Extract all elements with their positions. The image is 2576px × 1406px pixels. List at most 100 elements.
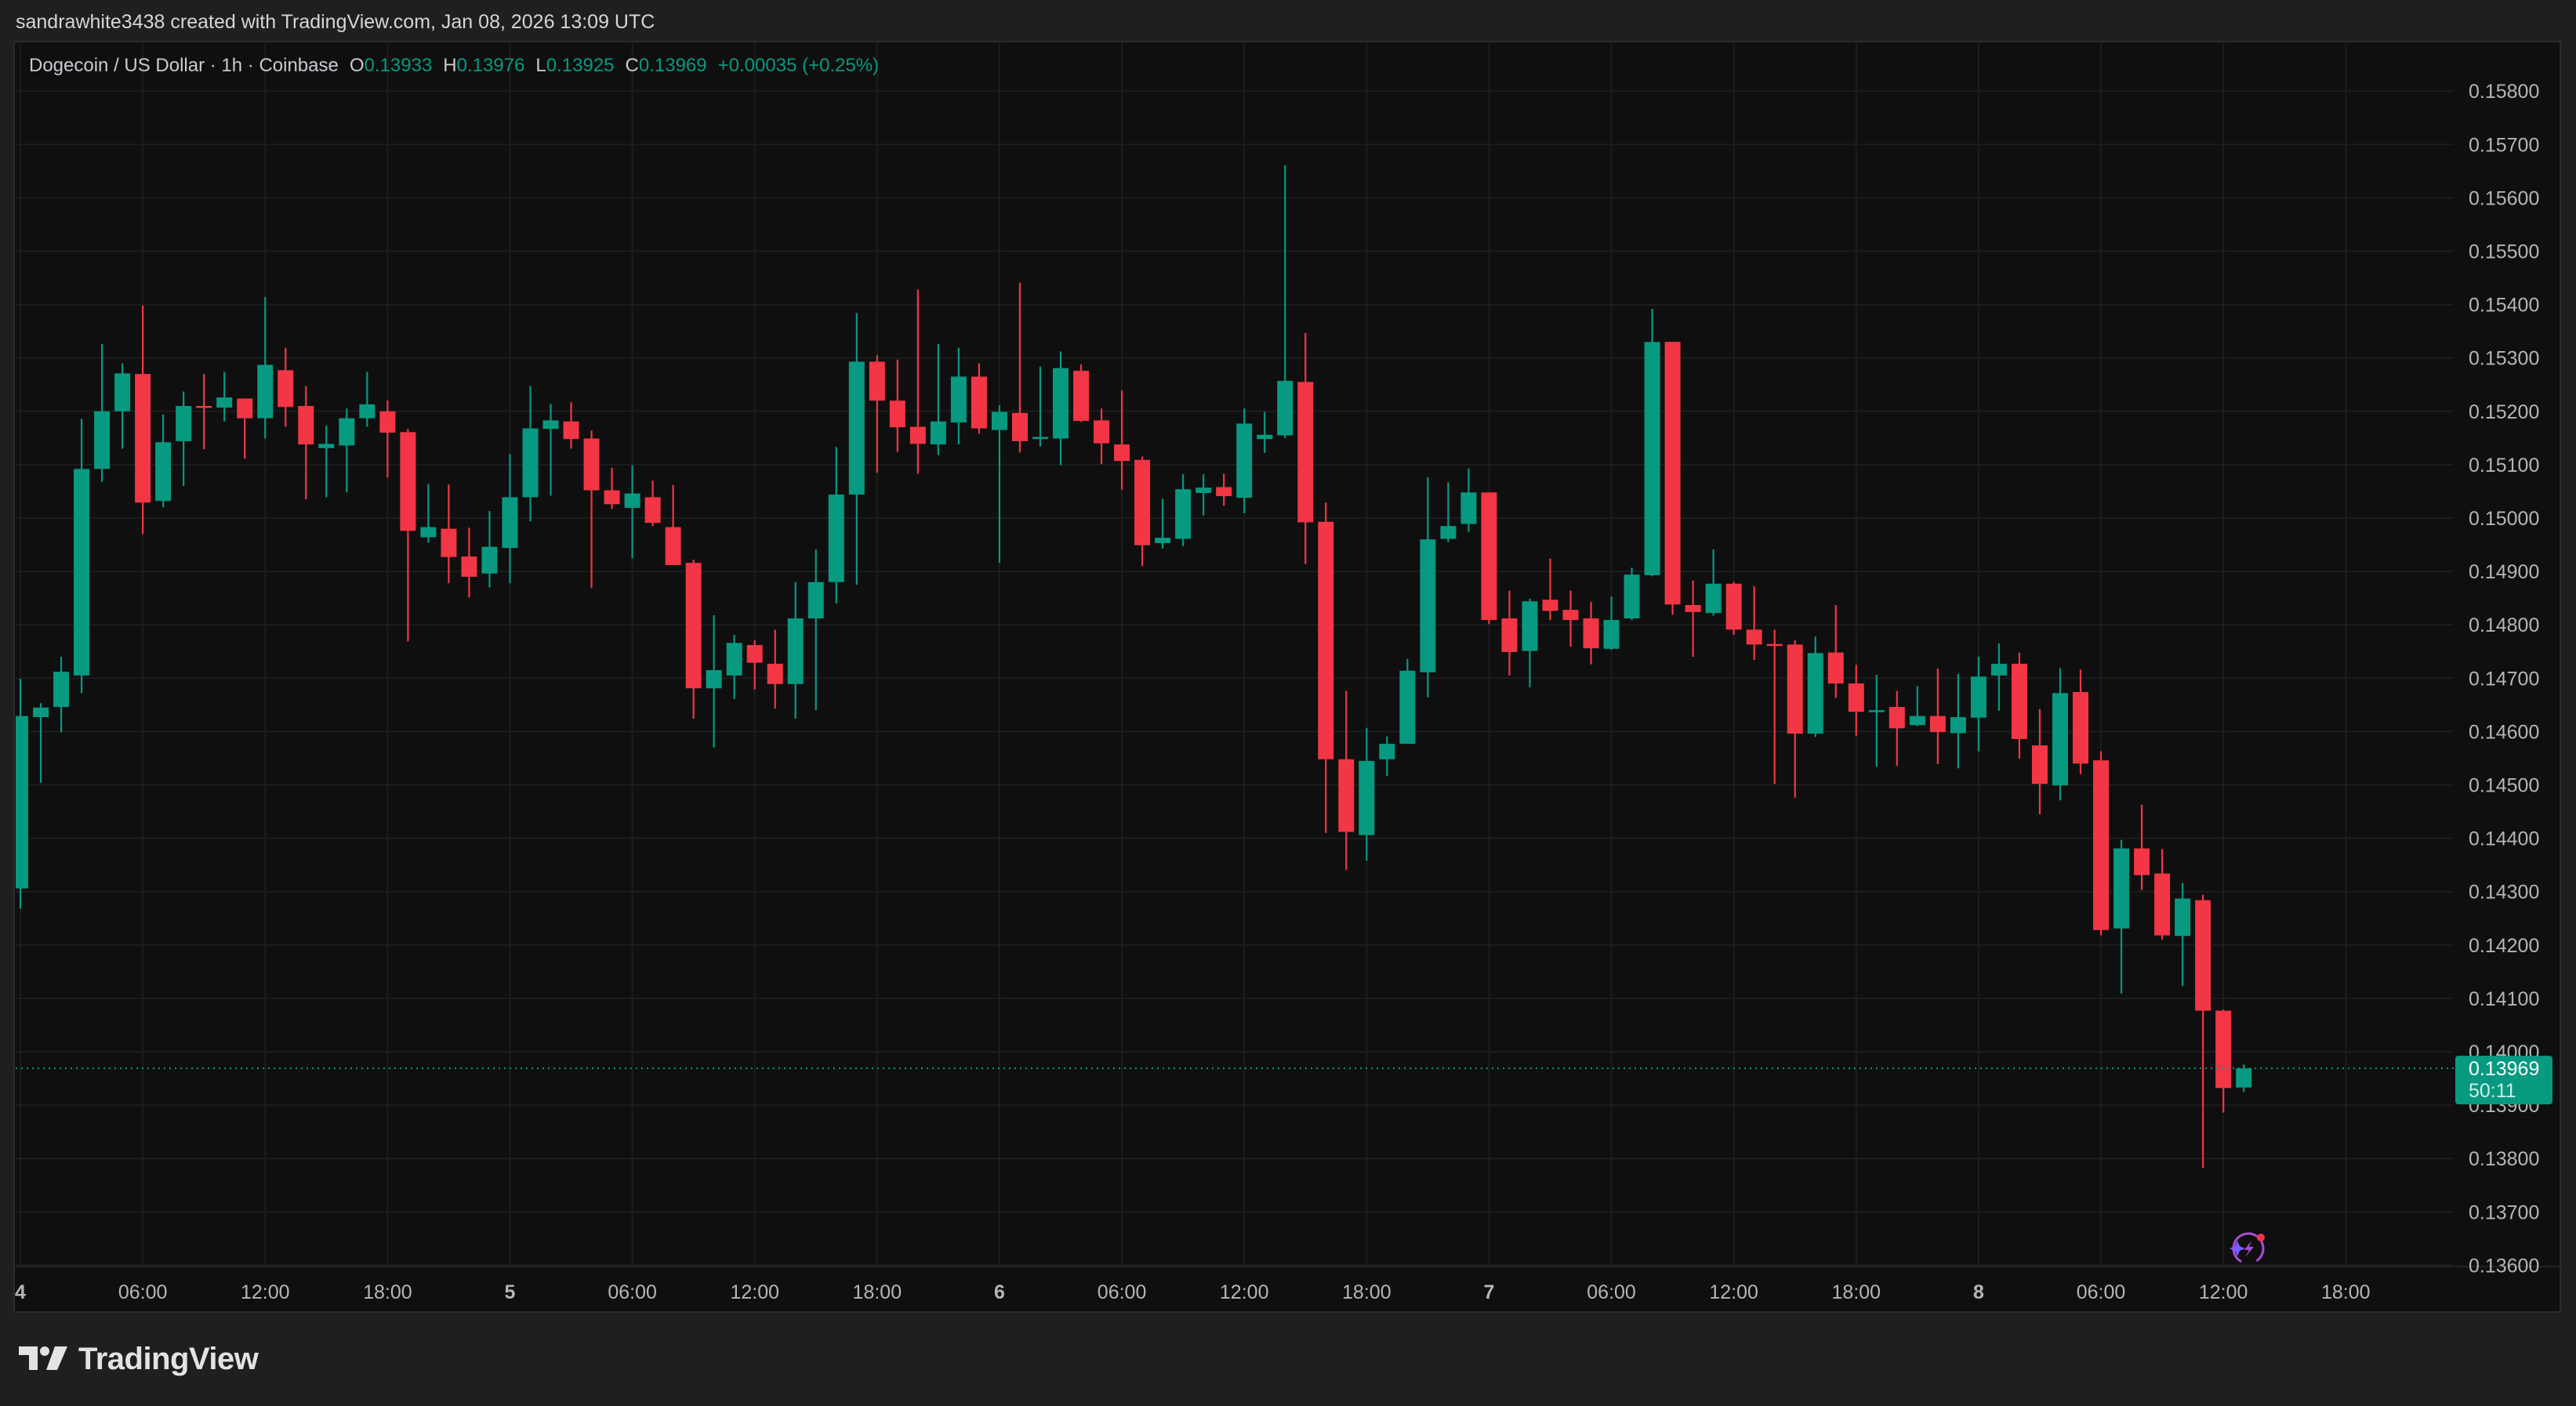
candle-body	[176, 406, 191, 441]
candle-body	[196, 406, 212, 408]
candle-up	[1645, 309, 1660, 576]
candle-body	[1338, 759, 1354, 832]
high-value: 0.13976	[457, 55, 525, 77]
candle-up	[1399, 659, 1415, 744]
candle-body	[1767, 644, 1783, 647]
candle-body	[33, 708, 49, 717]
candle-body	[1399, 671, 1415, 744]
candle-body	[1747, 629, 1762, 644]
time-tick-label: 4	[15, 1281, 26, 1303]
price-tick-label: 0.15600	[2469, 187, 2539, 209]
candle-body	[1053, 368, 1068, 439]
candle-body	[788, 618, 804, 684]
last-price-tag: 0.13969 50:11	[2455, 1056, 2552, 1104]
candle-body	[808, 582, 824, 618]
candle-body	[890, 400, 905, 427]
candle-body	[910, 427, 926, 444]
time-tick-label: 18:00	[2321, 1281, 2371, 1303]
candle-body	[1604, 620, 1620, 649]
candle-body	[2052, 693, 2068, 785]
candle-body	[2175, 899, 2190, 937]
price-tick-label: 0.13600	[2469, 1255, 2539, 1277]
candle-body	[543, 420, 559, 429]
candle-body	[1706, 584, 1722, 613]
candle-body	[931, 422, 946, 444]
candle-body	[461, 556, 477, 577]
candle-body	[971, 377, 987, 429]
candle-body	[1155, 538, 1170, 543]
candle-body	[1726, 584, 1742, 630]
time-tick-label: 12:00	[1220, 1281, 1269, 1303]
candle-body	[1318, 522, 1333, 759]
candle-body	[604, 491, 620, 505]
time-tick-label: 06:00	[2077, 1281, 2126, 1303]
price-tick-label: 0.15800	[2469, 81, 2539, 103]
candle-body	[2012, 664, 2027, 739]
candle-body	[1257, 435, 1272, 439]
candle-body	[564, 422, 579, 439]
candle-body	[951, 377, 967, 423]
candle-body	[1460, 492, 1476, 524]
candle-body	[1440, 526, 1456, 538]
time-tick-label: 06:00	[1587, 1281, 1636, 1303]
time-tick-label: 18:00	[1342, 1281, 1391, 1303]
price-tick-label: 0.15700	[2469, 134, 2539, 156]
time-tick-label: 6	[994, 1281, 1005, 1303]
candle-body	[992, 411, 1007, 429]
candle-body	[1584, 618, 1599, 648]
candle-body	[1522, 601, 1537, 650]
time-tick-label: 06:00	[608, 1281, 657, 1303]
candle-body	[1971, 676, 1986, 717]
time-tick-label: 06:00	[118, 1281, 168, 1303]
candle-body	[1808, 653, 1823, 734]
candle-body	[2113, 849, 2129, 929]
candle-body	[2195, 900, 2211, 1011]
price-tick-label: 0.15000	[2469, 508, 2539, 530]
candle-body	[216, 397, 232, 408]
candle-body	[747, 645, 763, 662]
symbol-title[interactable]: Dogecoin / US Dollar · 1h · Coinbase	[29, 55, 339, 77]
candle-body	[1849, 683, 1864, 712]
bar-countdown: 50:11	[2469, 1080, 2516, 1102]
tradingview-logo[interactable]: TradingView	[19, 1342, 258, 1376]
price-tick-label: 0.14100	[2469, 988, 2539, 1010]
candle-body	[2215, 1011, 2231, 1089]
candle-body	[2032, 745, 2048, 784]
candle-body	[318, 444, 334, 448]
high-label: H	[443, 55, 456, 77]
low-value: 0.13925	[546, 55, 615, 77]
candle-body	[523, 429, 539, 498]
chart-attribution: sandrawhite3438 created with TradingView…	[16, 11, 655, 34]
tradingview-logo-icon	[19, 1346, 67, 1372]
tradingview-logo-text: TradingView	[78, 1342, 258, 1377]
time-tick-label: 12:00	[2199, 1281, 2248, 1303]
time-tick-label: 18:00	[363, 1281, 412, 1303]
candle-body	[625, 494, 640, 508]
candle-body	[135, 374, 151, 502]
candlestick-chart[interactable]: 0.158000.157000.156000.155000.154000.153…	[0, 0, 2576, 1406]
candle-down	[1481, 492, 1497, 624]
candle-body	[1216, 487, 1232, 497]
candle-body	[1889, 707, 1905, 728]
candle-body	[1645, 342, 1660, 575]
candle-body	[441, 529, 456, 557]
price-tick-label: 0.13800	[2469, 1148, 2539, 1170]
candle-body	[237, 398, 252, 418]
candle-body	[1543, 600, 1558, 611]
symbol-legend[interactable]: Dogecoin / US Dollar · 1h · Coinbase O0.…	[29, 55, 879, 77]
candle-body	[1910, 716, 1925, 726]
price-tick-label: 0.14700	[2469, 668, 2539, 690]
chart-frame	[14, 42, 2560, 1312]
candle-body	[379, 411, 395, 433]
candle-body	[359, 404, 375, 419]
price-tick-label: 0.14900	[2469, 561, 2539, 583]
time-tick-label: 18:00	[1832, 1281, 1881, 1303]
candle-body	[706, 670, 722, 688]
candle-body	[829, 495, 844, 582]
candle-body	[1359, 761, 1374, 835]
candle-body	[1563, 610, 1579, 620]
candle-down	[1726, 582, 1742, 635]
candle-body	[1297, 382, 1313, 522]
time-tick-label: 7	[1483, 1281, 1494, 1303]
candle-body	[298, 406, 314, 444]
